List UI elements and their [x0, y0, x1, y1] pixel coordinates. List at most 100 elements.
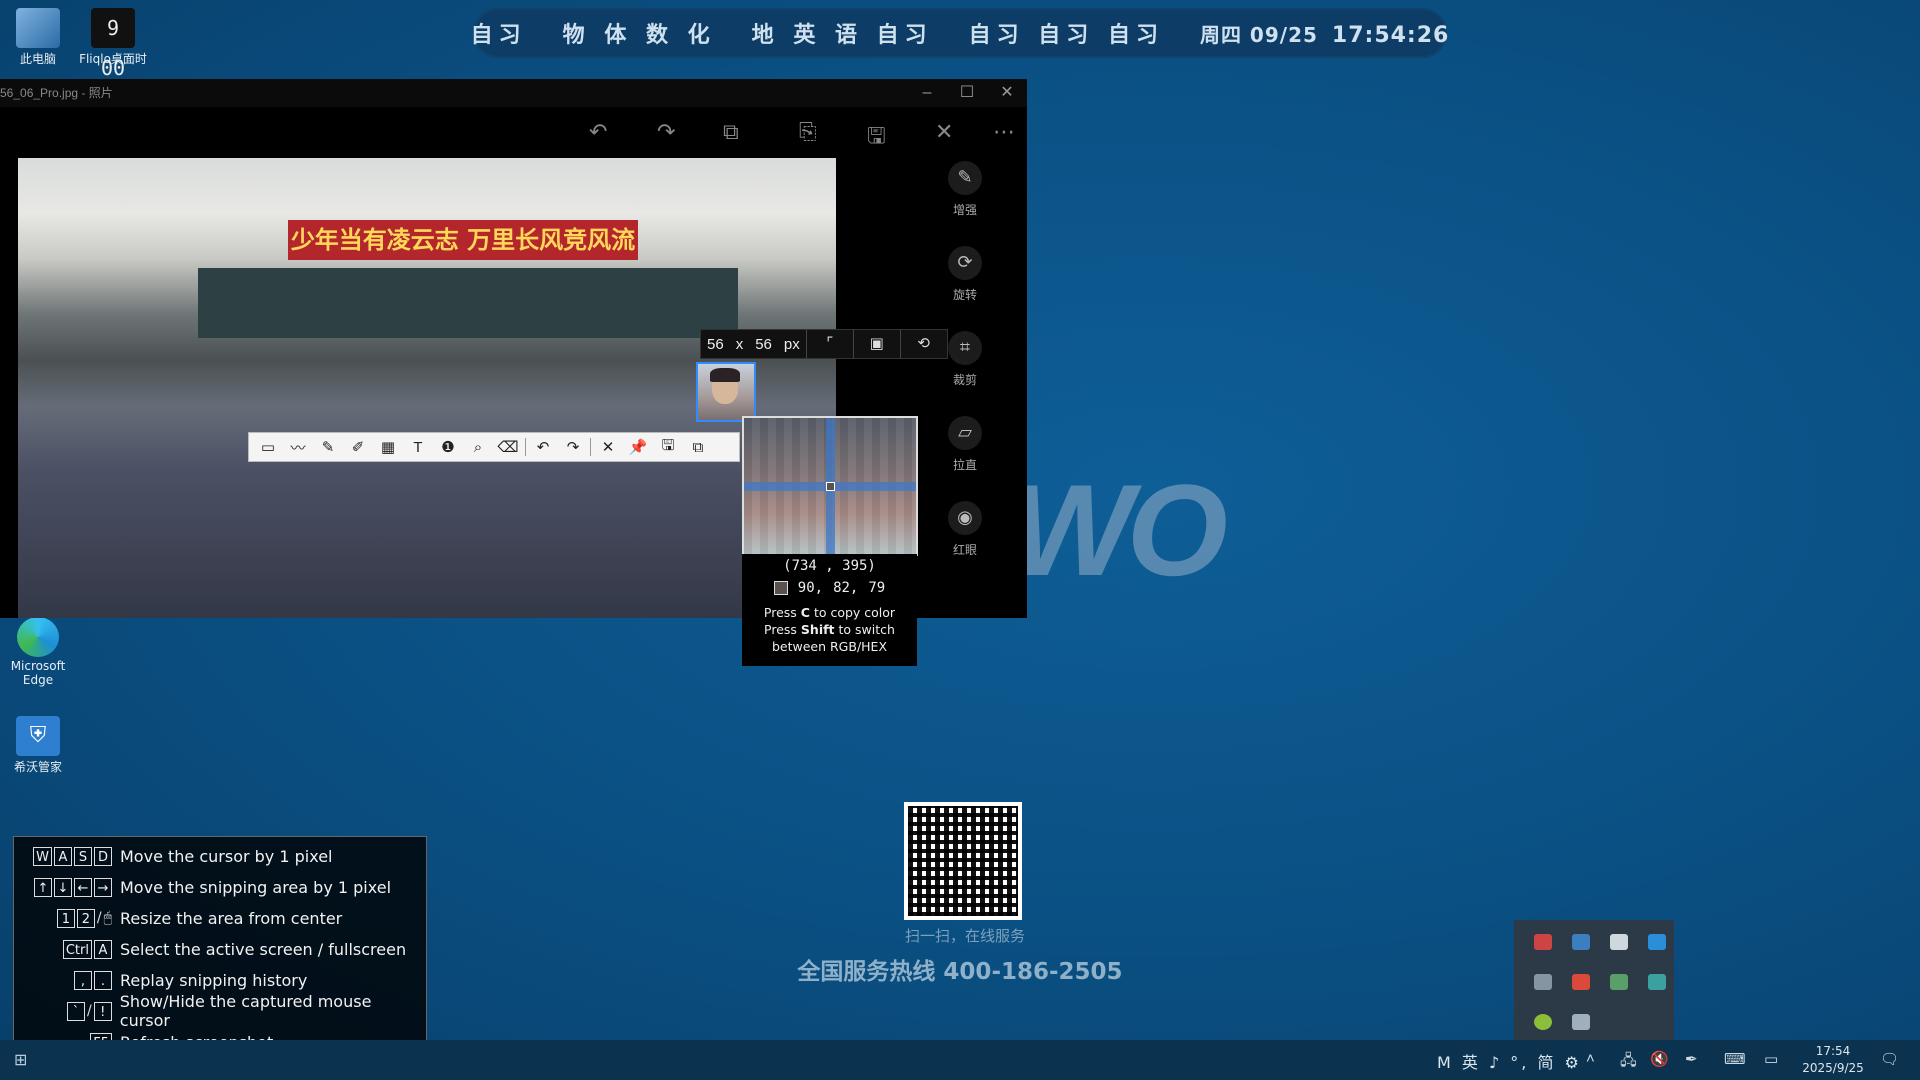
rgb-g: 82, [833, 580, 859, 596]
shortcut-row: W A S D Move the cursor by 1 pixel [14, 843, 426, 869]
tray-app-icon[interactable] [1610, 934, 1628, 950]
enhance-button[interactable]: ✎ 增强 [930, 161, 1000, 218]
network-icon[interactable]: 🖧 [1620, 1050, 1637, 1075]
desktop-icon-this-pc[interactable]: 此电脑 [0, 8, 76, 67]
desktop-icon-fliqlo[interactable]: 9 00 Fliqlo桌面时 [75, 8, 151, 80]
clock-time: 17:54 [1815, 1044, 1851, 1058]
keyboard-icon[interactable]: ⌨ [1724, 1050, 1746, 1068]
service-qr-code [904, 802, 1022, 920]
snip-size-box: 56 x 56 px ⌜ ▣ ⟲ [700, 329, 948, 359]
save-icon[interactable]: 🖫 [867, 119, 886, 157]
shortcut-description: Move the cursor by 1 pixel [120, 846, 333, 866]
color-swatch [773, 581, 788, 595]
shortcut-row: , . Replay snipping history [14, 967, 426, 993]
snip-height[interactable]: 56 [749, 336, 778, 353]
maximize-button[interactable]: ☐ [947, 79, 987, 107]
desktop-icon-label: 此电脑 [19, 52, 56, 66]
tray-app-icon[interactable] [1572, 934, 1590, 950]
tray-app-icon[interactable] [1534, 934, 1552, 950]
display-icon[interactable]: ▭ [1764, 1050, 1778, 1068]
edge-icon [17, 617, 59, 657]
corner-radius-icon[interactable]: ⌜ [805, 330, 853, 358]
eye-icon: ◉ [948, 501, 982, 535]
snip-toolbar: ▭ 〰 ✎ ✐ ▦ T ❶ ⌕ ⌫ ↶ ↷ ✕ 📌 🖫 ⧉ [248, 432, 740, 462]
key: A [54, 846, 72, 866]
snip-selection[interactable] [696, 362, 756, 422]
qr-pattern [908, 806, 1018, 916]
hint-text: Press [764, 622, 801, 637]
redo-icon[interactable]: ↷ [657, 119, 675, 145]
polyline-icon[interactable]: 〰 [283, 437, 313, 458]
pencil-icon[interactable]: ✎ [313, 438, 343, 456]
aspect-ratio-icon[interactable]: ▣ [852, 330, 900, 358]
undo-icon[interactable]: ↶ [528, 438, 558, 456]
pen-icon[interactable]: ✒ [1685, 1050, 1698, 1068]
pin-icon[interactable]: 📌 [623, 438, 653, 456]
undo-icon[interactable]: ↶ [589, 119, 607, 145]
tray-app-icon[interactable] [1648, 974, 1666, 990]
key: 1 [56, 908, 75, 928]
text-icon[interactable]: T [403, 439, 433, 456]
tray-app-icon[interactable] [1534, 1014, 1552, 1030]
desktop-icon-edge[interactable]: Microsoft Edge [0, 617, 76, 687]
notification-icon[interactable]: 🗨 [1880, 1050, 1899, 1068]
toolbar-divider [525, 438, 526, 456]
magnify-icon[interactable]: ⌕ [463, 439, 493, 456]
red-eye-button[interactable]: ◉ 红眼 [930, 501, 1000, 558]
hint-text: between RGB/HEX [771, 639, 888, 654]
crop-icon: ⌗ [948, 331, 982, 365]
desktop-icon-seewo-manager[interactable]: ⛨ 希沃管家 [0, 716, 76, 775]
rotate-button[interactable]: ⟳ 旋转 [930, 246, 1000, 303]
start-icon[interactable]: ⊞ [14, 1050, 32, 1069]
tray-app-icon[interactable] [1648, 934, 1666, 950]
close-icon[interactable]: ✕ [593, 438, 623, 456]
hint-key: Shift [800, 622, 835, 637]
copy-icon[interactable]: ⧉ [683, 439, 713, 456]
cursor-coordinates: (734 , 395) [783, 558, 876, 574]
close-icon[interactable]: ✕ [935, 119, 953, 145]
shortcut-keys: , . [14, 970, 120, 990]
tray-app-icon[interactable] [1610, 974, 1628, 990]
toolbar-divider [590, 438, 591, 456]
side-tool-label: 增强 [952, 203, 977, 217]
minimize-button[interactable]: – [907, 79, 947, 107]
shield-icon: ⛨ [16, 716, 60, 756]
ime-indicator[interactable]: M 英 ♪ °, 简 ⚙ [1437, 1049, 1582, 1073]
straighten-button[interactable]: ▱ 拉直 [930, 416, 1000, 473]
compare-icon[interactable]: ⧉ [723, 119, 739, 145]
key: A [94, 939, 112, 959]
tray-app-icon[interactable] [1572, 1014, 1590, 1030]
color-info-panel: (734 , 395) 90, 82, 79 Press C to copy c… [742, 554, 917, 666]
shortcut-row: 1 2 / 🖱 Resize the area from center [14, 905, 426, 931]
straighten-icon: ▱ [948, 416, 982, 450]
snip-width[interactable]: 56 [701, 336, 730, 353]
key: ` [67, 1001, 86, 1021]
rectangle-icon[interactable]: ▭ [253, 438, 283, 456]
redo-icon[interactable]: ↷ [558, 438, 588, 456]
marker-icon[interactable]: ✐ [343, 438, 373, 456]
refresh-icon[interactable]: ⟲ [899, 330, 947, 358]
desktop-icon-label: 希沃管家 [13, 760, 62, 774]
tray-app-icon[interactable] [1534, 974, 1552, 990]
number-icon[interactable]: ❶ [433, 438, 463, 456]
shortcut-description: Move the snipping area by 1 pixel [120, 877, 392, 897]
save-copy-icon[interactable]: ⎘ [799, 119, 817, 145]
key: ↑ [34, 877, 52, 897]
shortcut-description: Select the active screen / fullscreen [120, 939, 407, 959]
more-icon[interactable]: ⋯ [993, 119, 1015, 145]
eraser-icon[interactable]: ⌫ [493, 438, 523, 456]
tray-app-icon[interactable] [1572, 974, 1590, 990]
edit-side-panel: ✎ 增强 ⟳ 旋转 ⌗ 裁剪 ▱ 拉直 ◉ 红眼 [930, 161, 1000, 586]
brand-watermark: WO [1010, 457, 1228, 603]
window-close-button[interactable]: ✕ [987, 79, 1027, 107]
desktop-icon-label: Microsoft Edge [10, 659, 66, 687]
hint-text: to copy color [809, 605, 896, 620]
volume-muted-icon[interactable]: 🔇 [1650, 1050, 1669, 1068]
shortcut-description: Replay snipping history [120, 970, 308, 990]
side-tool-label: 旋转 [952, 288, 977, 302]
taskbar-clock[interactable]: 17:54 2025/9/25 [1798, 1043, 1868, 1077]
schedule-datetime: 周四 09/25 17:54:26 [1182, 19, 1467, 48]
save-icon[interactable]: 🖫 [653, 435, 683, 460]
chevron-up-icon[interactable]: ˄ [1586, 1050, 1595, 1067]
mosaic-icon[interactable]: ▦ [373, 438, 403, 456]
